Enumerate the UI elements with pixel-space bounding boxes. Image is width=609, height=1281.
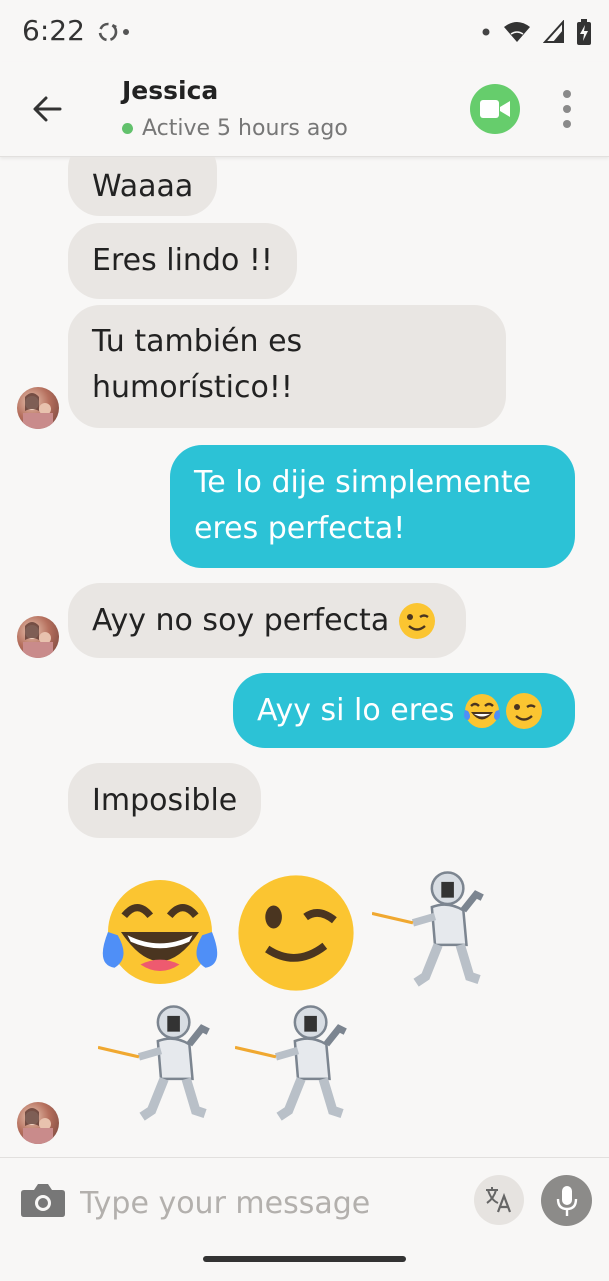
battery-charging-icon [577, 19, 591, 45]
message-text: Waaaa [92, 168, 194, 204]
camera-button[interactable] [20, 1180, 66, 1220]
sync-notification-icon [98, 22, 129, 42]
arrow-left-icon [33, 96, 62, 122]
notification-dot-icon [482, 28, 490, 36]
camera-icon [21, 1184, 65, 1217]
avatar-photo-icon [23, 1108, 53, 1144]
message-text-line: eres perfecta! [194, 511, 406, 546]
wifi-icon [504, 22, 530, 42]
cell-signal-icon [543, 20, 564, 43]
message-input[interactable] [78, 1178, 462, 1228]
back-button[interactable] [22, 84, 72, 134]
more-dot-icon [563, 90, 571, 98]
message-text: Ayy no soy perfecta [92, 602, 390, 638]
message-bubble-incoming[interactable]: Imposible [68, 763, 262, 838]
message-composer [0, 1157, 609, 1281]
status-time: 6:22 [22, 14, 85, 47]
message-text-line: Te lo dije simplemente [194, 465, 532, 500]
status-bar: 6:22 [0, 0, 609, 62]
message-text: Eres lindo !! [92, 243, 273, 278]
online-indicator-icon [122, 123, 133, 134]
status-text: Active 5 hours ago [142, 116, 348, 141]
contact-avatar[interactable] [17, 387, 59, 429]
person-fencing-icon [235, 1005, 347, 1121]
message-text: Imposible [92, 782, 238, 818]
winking-face-icon [506, 692, 543, 729]
tears-of-joy-icon [102, 880, 218, 984]
tears-of-joy-icon [464, 693, 501, 728]
message-bubble-outgoing[interactable]: Ayy si lo eres [233, 673, 575, 748]
message-bubble-incoming[interactable]: Eres lindo !! [68, 223, 297, 299]
message-list[interactable]: Waaaa Eres lindo !! Tu también es humorí… [0, 157, 609, 1157]
conversation-header: Jessica Active 5 hours ago [0, 62, 609, 157]
status-right-icons [481, 14, 591, 50]
voice-message-button[interactable] [541, 1175, 592, 1226]
winking-face-icon [399, 602, 436, 639]
contact-name[interactable]: Jessica [122, 76, 218, 105]
person-fencing-icon [372, 871, 484, 987]
message-bubble-incoming[interactable]: Ayy no soy perfecta [68, 583, 466, 658]
more-options-button[interactable] [552, 86, 582, 132]
more-dot-icon [563, 120, 571, 128]
video-call-button[interactable] [470, 84, 520, 134]
microphone-icon [556, 1185, 577, 1216]
home-indicator[interactable] [203, 1256, 406, 1262]
message-text-line: humorístico!! [92, 370, 293, 405]
message-bubble-outgoing[interactable]: Te lo dije simplemente eres perfecta! [170, 445, 575, 568]
translate-icon [486, 1187, 512, 1213]
translate-button[interactable] [474, 1175, 524, 1225]
video-camera-icon [480, 100, 510, 118]
contact-avatar[interactable] [17, 616, 59, 658]
avatar-photo-icon [23, 393, 53, 429]
contact-avatar[interactable] [17, 1102, 59, 1144]
message-bubble-incoming[interactable]: Tu también es humorístico!! [68, 305, 506, 428]
winking-face-icon [238, 875, 354, 991]
message-text: Ayy si lo eres [257, 692, 455, 728]
avatar-photo-icon [23, 622, 53, 658]
person-fencing-icon [98, 1005, 210, 1121]
contact-status: Active 5 hours ago [122, 116, 348, 141]
message-bubble-incoming[interactable]: Waaaa [68, 157, 218, 216]
more-dot-icon [563, 105, 571, 113]
message-text-line: Tu también es [92, 324, 303, 359]
